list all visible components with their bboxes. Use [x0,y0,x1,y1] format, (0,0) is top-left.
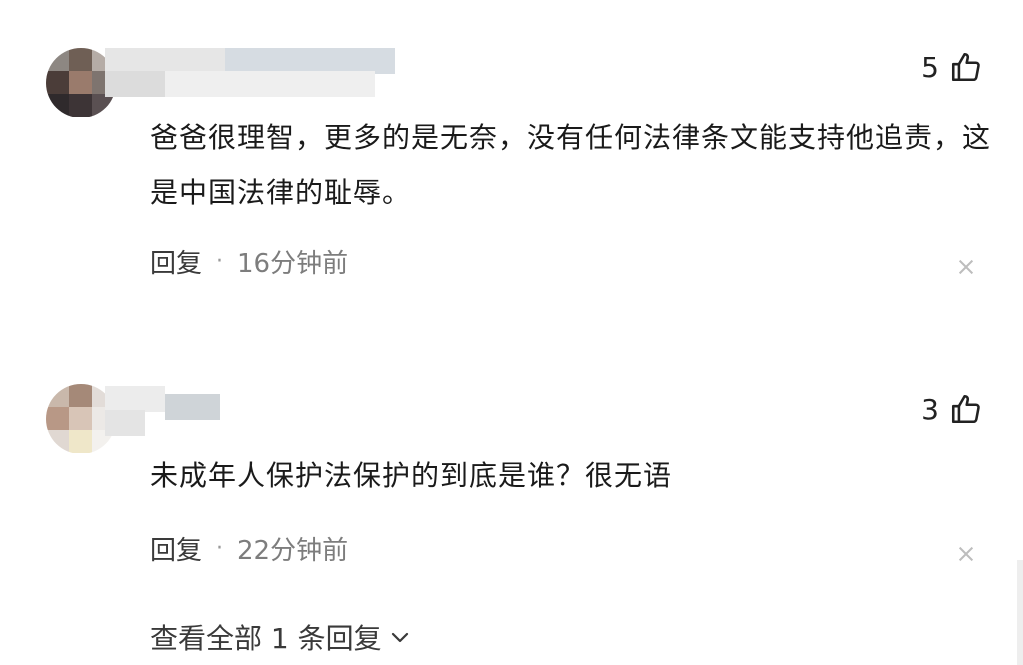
like-count: 5 [921,50,939,84]
like-button[interactable]: 5 [921,50,983,84]
thumbs-up-icon[interactable] [949,392,983,426]
view-all-replies-label: 查看全部 1 条回复 [150,622,382,655]
comment-text: 爸爸很理智，更多的是无奈，没有任何法律条文能支持他追责，这是中国法律的耻辱。 [150,121,992,209]
comment-text: 未成年人保护法保护的到底是谁？很无语 [150,459,673,492]
page-edge-divider [1017,560,1023,665]
timestamp: 16分钟前 [237,249,349,279]
close-icon[interactable] [957,258,975,276]
like-button[interactable]: 3 [921,392,983,426]
close-icon[interactable] [957,545,975,563]
username-blurred[interactable] [105,382,225,436]
timestamp: 22分钟前 [237,536,349,566]
like-count: 3 [921,392,939,426]
reply-button[interactable]: 回复 [150,530,202,567]
meta-separator: · [216,249,224,274]
chevron-down-icon [390,630,410,644]
username-blurred[interactable] [105,45,395,97]
comment-item: 5 爸爸很理智，更多的是无奈，没有任何法律条文能支持他追责，这是中国法律的耻辱。… [0,0,1023,300]
view-all-replies-button[interactable]: 查看全部 1 条回复 [150,617,410,657]
reply-button[interactable]: 回复 [150,243,202,280]
meta-separator: · [216,536,224,561]
comment-meta: 回复 · 16分钟前 [150,243,348,280]
comment-meta: 回复 · 22分钟前 [150,530,348,567]
thumbs-up-icon[interactable] [949,50,983,84]
